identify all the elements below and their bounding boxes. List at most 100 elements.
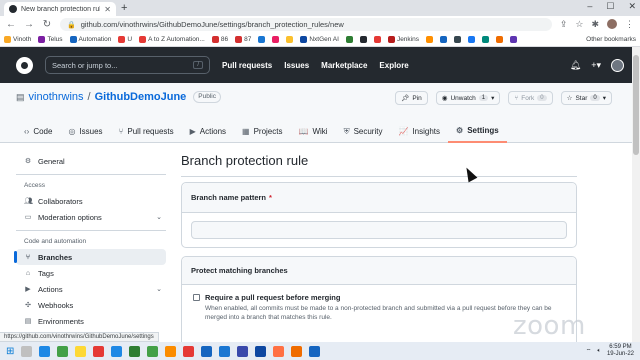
bookmark-item[interactable]: Jenkins: [387, 36, 419, 43]
windows-start-icon[interactable]: ⊞: [6, 346, 14, 357]
minimize-button[interactable]: –: [587, 1, 592, 12]
sidebar-item-collaborators[interactable]: 👥︎ Collaborators: [16, 193, 166, 209]
search-input[interactable]: Search or jump to... /: [45, 56, 210, 74]
repo-owner-link[interactable]: vinothrwins: [29, 91, 84, 103]
bookmark-favicon-icon: [286, 36, 294, 43]
bookmark-item[interactable]: U: [118, 36, 132, 43]
taskbar-app-icon[interactable]: [21, 345, 33, 357]
back-button[interactable]: ←: [6, 19, 16, 30]
new-tab-button[interactable]: +: [121, 2, 127, 14]
sidebar-item-tags[interactable]: ⌂ Tags: [16, 265, 166, 281]
bookmark-item[interactable]: 87: [235, 36, 251, 43]
nav-issues[interactable]: Issues: [284, 61, 309, 70]
branch-name-pattern-input[interactable]: [191, 221, 567, 239]
bookmark-item[interactable]: [286, 36, 294, 43]
repo-name-link[interactable]: GithubDemoJune: [95, 91, 187, 103]
tab-code[interactable]: ‹› Code: [16, 120, 60, 143]
taskbar-app-icon[interactable]: [255, 345, 267, 357]
bookmark-item[interactable]: Vinoth: [4, 36, 31, 43]
taskbar-app-icon[interactable]: [219, 345, 231, 357]
tab-actions[interactable]: ▶ Actions: [182, 120, 234, 143]
taskbar-app-icon[interactable]: [93, 345, 105, 357]
bookmark-item[interactable]: [345, 36, 353, 43]
server-icon: ▤: [24, 318, 32, 325]
tab-projects[interactable]: ▦ Projects: [234, 120, 290, 143]
nav-marketplace[interactable]: Marketplace: [321, 61, 367, 70]
bookmark-item[interactable]: 86: [211, 36, 228, 43]
menu-icon[interactable]: ⋮: [625, 19, 634, 30]
bookmark-item[interactable]: [359, 36, 367, 43]
nav-explore[interactable]: Explore: [379, 61, 408, 70]
taskbar-app-icon[interactable]: [111, 345, 123, 357]
sidebar-item-actions[interactable]: ▶ Actions ⌄: [16, 281, 166, 297]
bookmark-item[interactable]: [467, 36, 475, 43]
bookmark-item[interactable]: [453, 36, 461, 43]
clock[interactable]: 6:59 PM 19-Jun-22: [607, 344, 634, 358]
taskbar-app-icon[interactable]: [273, 345, 285, 357]
user-avatar[interactable]: [611, 58, 624, 72]
bookmark-item[interactable]: [425, 36, 433, 43]
bookmark-item[interactable]: [258, 36, 266, 43]
bookmark-item[interactable]: Automation: [69, 36, 111, 43]
taskbar-app-icon[interactable]: [39, 345, 51, 357]
page-scrollbar[interactable]: [632, 47, 640, 342]
create-new-button[interactable]: +▾: [591, 60, 601, 71]
bookmark-item[interactable]: [509, 36, 517, 43]
bookmark-item[interactable]: [481, 36, 489, 43]
reload-button[interactable]: ↻: [42, 19, 52, 30]
bookmark-label: Telus: [47, 36, 63, 43]
fork-button[interactable]: ⑂ Fork 0: [508, 91, 553, 105]
sidebar-item-general[interactable]: ⚙ General: [16, 153, 166, 169]
tab-wiki[interactable]: 📖 Wiki: [290, 120, 335, 143]
bookmark-star-icon[interactable]: ☆: [575, 19, 583, 30]
profile-avatar[interactable]: [607, 19, 617, 29]
maximize-button[interactable]: ☐: [606, 1, 614, 12]
scrollbar-thumb[interactable]: [633, 55, 639, 155]
bookmark-item[interactable]: A to Z Automation...: [139, 36, 205, 43]
sidebar-item-branches[interactable]: ⑂ Branches: [14, 249, 166, 265]
taskbar-app-icon[interactable]: [57, 345, 69, 357]
address-bar[interactable]: 🔒 github.com/vinothrwins/GithubDemoJune/…: [60, 18, 552, 31]
tab-issues[interactable]: ◎ Issues: [60, 120, 110, 143]
taskbar-app-icon[interactable]: [75, 345, 87, 357]
browser-tab[interactable]: New branch protection rule ✕: [4, 2, 116, 16]
tab-security[interactable]: ⛨ Security: [336, 120, 391, 143]
tab-pull-requests[interactable]: ⑂ Pull requests: [111, 120, 182, 143]
sidebar-item-webhooks[interactable]: ✣ Webhooks: [16, 297, 166, 313]
pin-button[interactable]: 📌︎ Pin: [395, 91, 428, 105]
bookmark-item[interactable]: [495, 36, 503, 43]
share-icon[interactable]: ⇪: [560, 19, 568, 30]
taskbar-app-icon[interactable]: [201, 345, 213, 357]
close-window-button[interactable]: ✕: [628, 1, 636, 12]
sidebar-item-moderation[interactable]: ▭ Moderation options ⌄: [16, 209, 166, 225]
bookmark-item[interactable]: [272, 36, 280, 43]
taskbar-app-icon[interactable]: [309, 345, 321, 357]
tab-insights[interactable]: 📈 Insights: [390, 120, 448, 143]
close-tab-icon[interactable]: ✕: [104, 5, 111, 14]
require-pr-label[interactable]: Require a pull request before merging: [205, 293, 565, 302]
bookmark-item[interactable]: Telus: [38, 36, 63, 43]
bookmark-item[interactable]: [373, 36, 381, 43]
forward-button[interactable]: →: [24, 19, 34, 30]
tab-settings[interactable]: ⚙ Settings: [448, 120, 507, 143]
notifications-bell-icon[interactable]: 🔔︎: [570, 60, 581, 71]
bookmark-item[interactable]: [439, 36, 447, 43]
system-tray: ⌔ 🔈︎ 6:59 PM 19-Jun-22: [586, 344, 634, 358]
star-button[interactable]: ☆ Star 0 ▾: [560, 91, 612, 105]
volume-icon[interactable]: 🔈︎: [597, 348, 601, 355]
extension-icon[interactable]: ✱: [591, 19, 599, 30]
other-bookmarks[interactable]: Other bookmarks: [586, 36, 636, 43]
sidebar-item-environments[interactable]: ▤ Environments: [16, 313, 166, 329]
unwatch-button[interactable]: ◉ Unwatch 1 ▾: [435, 91, 501, 105]
taskbar-app-icon[interactable]: [183, 345, 195, 357]
github-logo-icon[interactable]: [16, 56, 33, 74]
network-icon[interactable]: ⌔: [586, 347, 592, 355]
taskbar-app-icon[interactable]: [165, 345, 177, 357]
require-pr-checkbox[interactable]: [193, 294, 200, 301]
taskbar-app-icon[interactable]: [129, 345, 141, 357]
nav-pull-requests[interactable]: Pull requests: [222, 61, 272, 70]
taskbar-app-icon[interactable]: [147, 345, 159, 357]
bookmark-item[interactable]: NxtGen AI: [300, 36, 339, 43]
taskbar-app-icon[interactable]: [291, 345, 303, 357]
taskbar-app-icon[interactable]: [237, 345, 249, 357]
